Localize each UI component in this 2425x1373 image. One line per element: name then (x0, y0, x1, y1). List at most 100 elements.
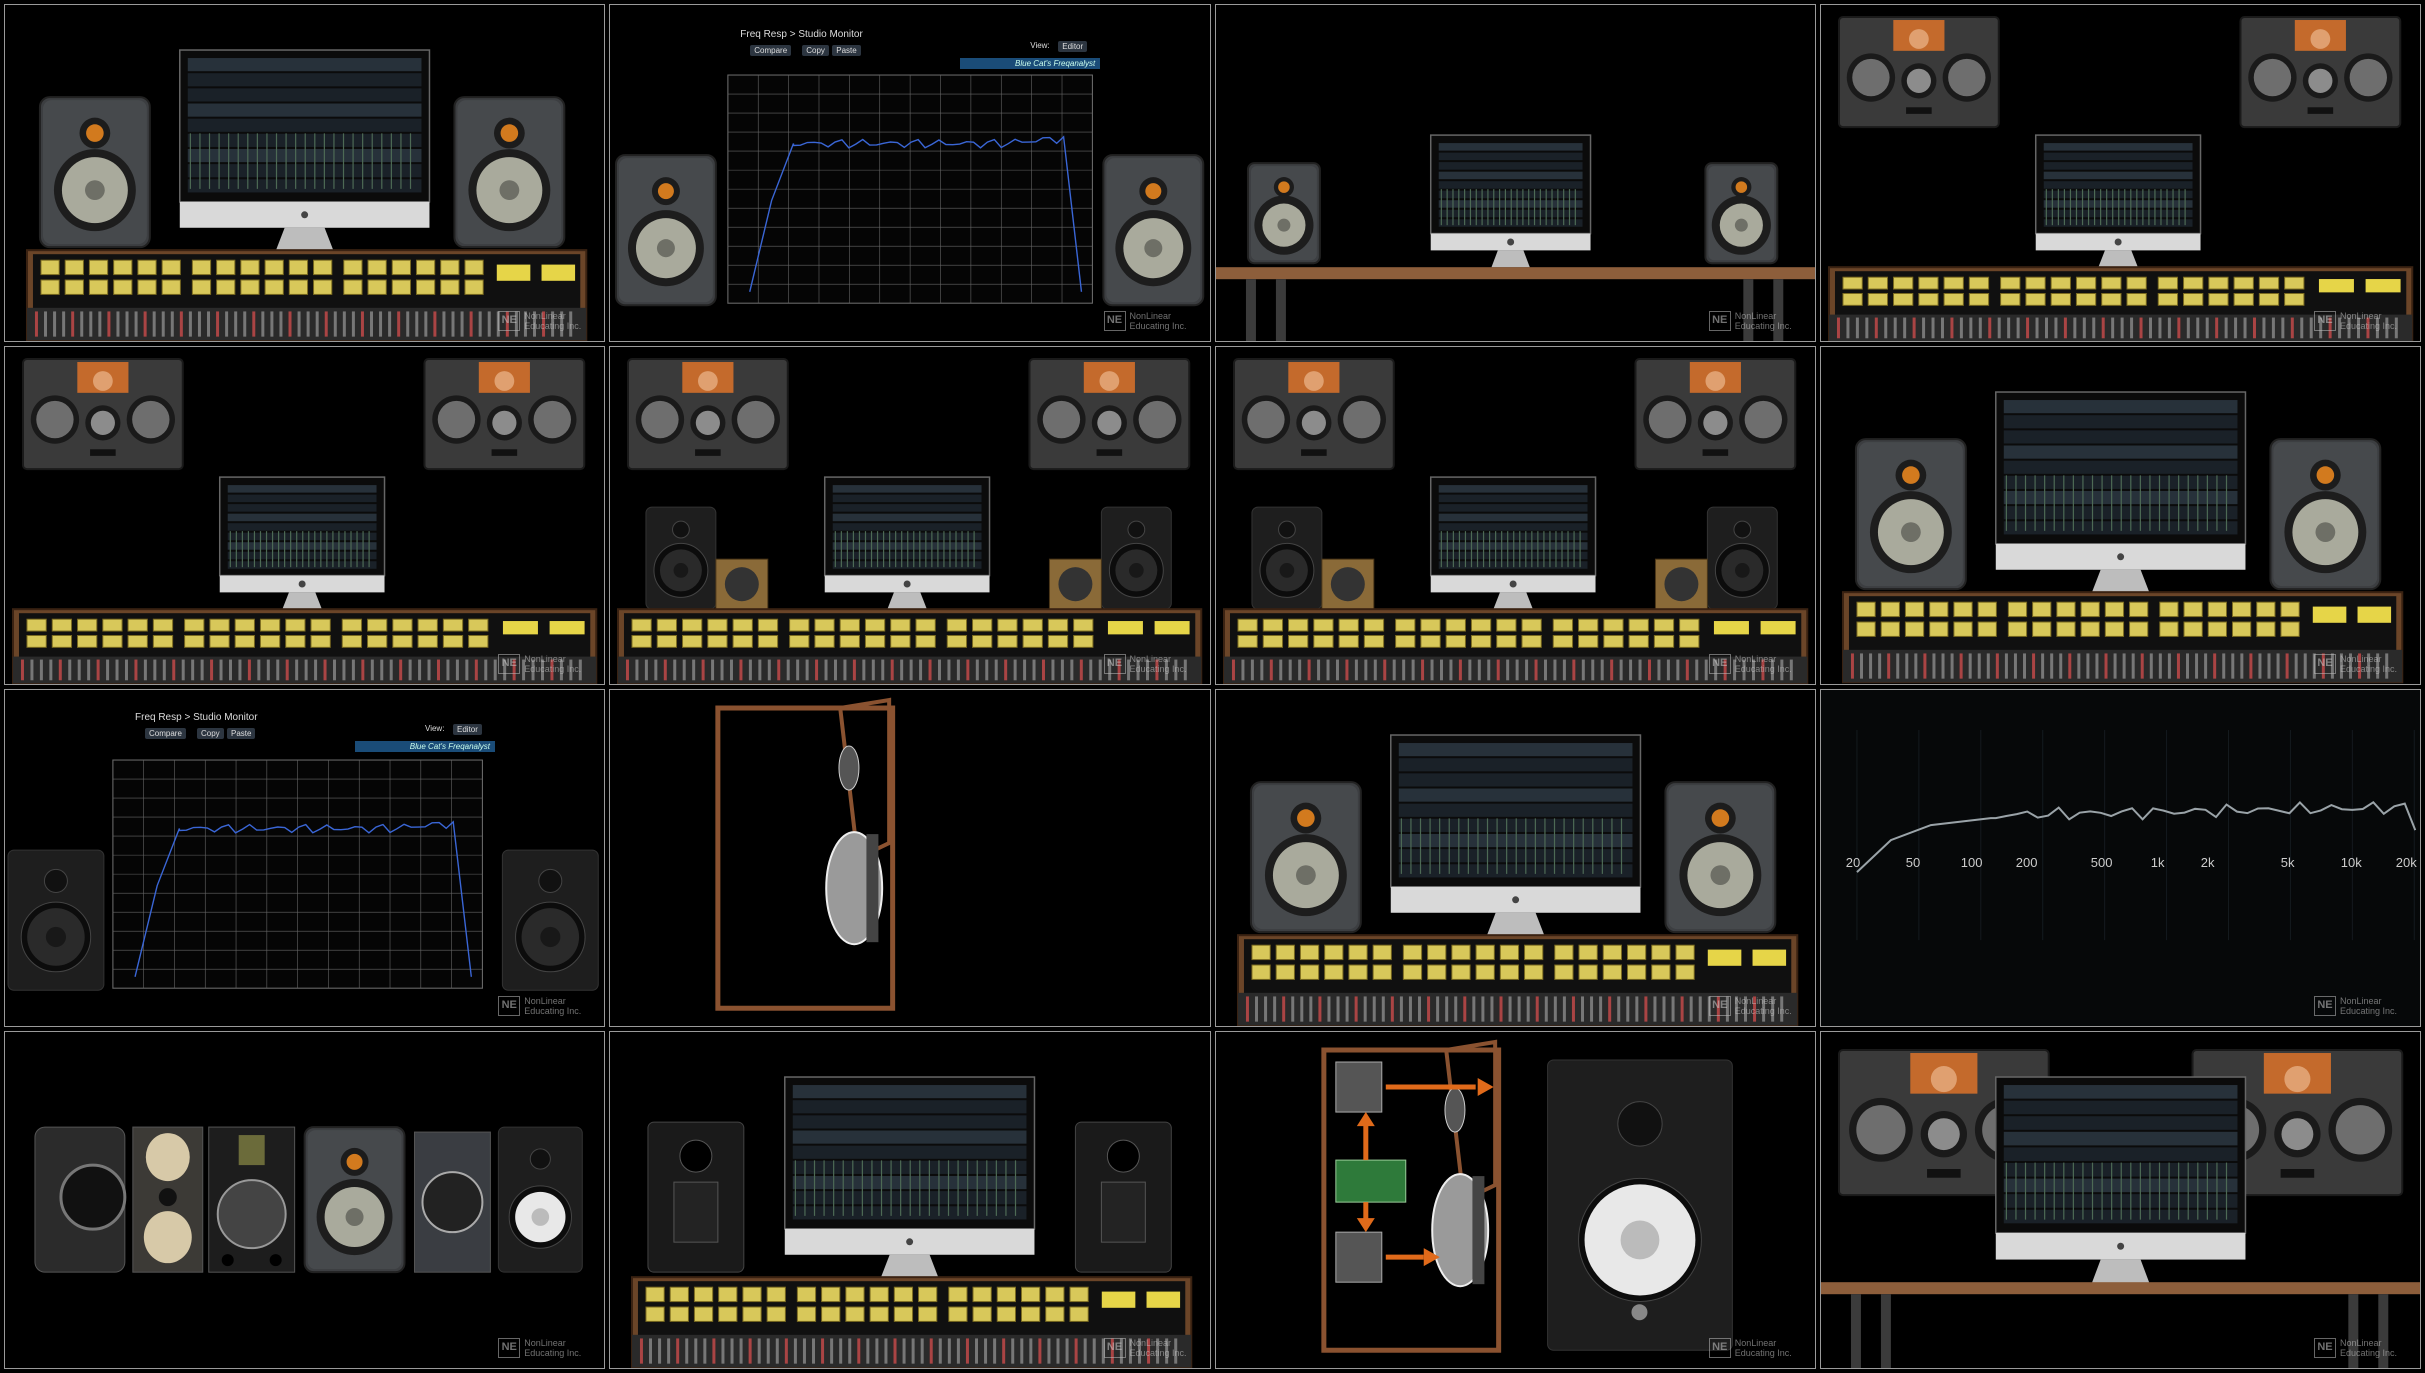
main-three-way-speaker (1028, 358, 1191, 471)
scene-illustration (1827, 16, 2414, 342)
video-thumbnail-studio-console[interactable]: NE NonLinear Educating Inc. (1819, 346, 2421, 685)
scene-illustration (34, 1125, 583, 1273)
nonlinear-watermark: NE NonLinear Educating Inc. (2314, 1338, 2402, 1358)
black-monitor-speaker (501, 849, 599, 991)
scene-illustration (25, 49, 588, 342)
watermark-line1: NonLinear (1129, 653, 1172, 664)
thumbnail-grid: NE NonLinear Educating Inc. Freq Resp > S… (0, 0, 2425, 1373)
video-thumbnail-mains-console[interactable]: NE NonLinear Educating Inc. (4, 346, 606, 685)
nonlinear-watermark: NE NonLinear Educating Inc. (1103, 311, 1192, 332)
watermark-line2: Educating Inc. (2340, 663, 2398, 674)
watermark-line1: NonLinear (524, 311, 566, 322)
imac-daw-display (824, 476, 991, 610)
watermark-line2: Educating Inc. (1734, 321, 1792, 332)
video-thumbnail-analyzer-monitors[interactable]: Freq Resp > Studio Monitor Compare Copy … (609, 4, 1211, 343)
freq-axis-label: 10k (2340, 854, 2362, 870)
studio-monitor-speaker (1663, 780, 1776, 933)
video-thumbnail-mains-nearfields[interactable]: NE NonLinear Educating Inc. (1214, 346, 1816, 685)
watermark-line2: Educating Inc. (524, 321, 582, 332)
copy-button[interactable]: Copy (197, 727, 224, 739)
amplifier-icon (1334, 1061, 1382, 1113)
studio-monitor-speaker (1249, 780, 1362, 933)
scene-illustration (1841, 391, 2404, 684)
video-thumbnail-mains-nearfields[interactable]: NE NonLinear Educating Inc. (609, 346, 1211, 685)
nonlinear-watermark: NE NonLinear Educating Inc. (498, 995, 586, 1016)
scene-illustration (617, 358, 1203, 684)
video-thumbnail-rear-monitors[interactable]: NE NonLinear Educating Inc. (609, 1030, 1211, 1369)
watermark-line2: Educating Inc. (524, 1348, 582, 1358)
view-select[interactable]: Editor (1058, 41, 1088, 52)
frequency-response-graph (112, 759, 483, 989)
video-thumbnail-studio-console[interactable]: NE NonLinear Educating Inc. (4, 4, 606, 343)
plugin-title: Freq Resp > Studio Monitor (740, 29, 863, 40)
nonlinear-watermark: NE NonLinear Educating Inc. (1708, 995, 1797, 1016)
nonlinear-watermark: NE NonLinear Educating Inc. (1708, 653, 1797, 674)
video-thumbnail-analyzer-monitors-2[interactable]: Freq Resp > Studio Monitor Compare Copy … (4, 688, 606, 1027)
compare-button[interactable]: Compare (750, 45, 792, 56)
main-three-way-speaker (1633, 358, 1796, 471)
scene-illustration (11, 358, 598, 684)
watermark-line1: NonLinear (2340, 653, 2382, 664)
watermark-line2: Educating Inc. (2340, 1348, 2398, 1358)
watermark-line1: NonLinear (1734, 311, 1777, 322)
watermark-line2: Educating Inc. (1129, 663, 1187, 674)
black-monitor-speaker (497, 1126, 583, 1273)
watermark-line1: NonLinear (524, 1338, 566, 1348)
frequency-response-graph (727, 74, 1094, 304)
view-label: View: (425, 723, 445, 733)
watermark-line1: NonLinear (524, 653, 566, 664)
main-three-way-speaker (21, 358, 184, 471)
video-thumbnail-mains-console[interactable]: NE NonLinear Educating Inc. (1819, 4, 2421, 343)
watermark-logo: NE (2314, 1338, 2336, 1358)
studio-monitor-speaker (453, 96, 566, 249)
watermark-line1: NonLinear (524, 995, 566, 1006)
view-select[interactable]: Editor (453, 723, 482, 735)
freq-axis-label: 20k (2395, 854, 2417, 870)
freq-axis-label: 100 (1960, 854, 1983, 870)
watermark-line2: Educating Inc. (1129, 1348, 1187, 1358)
video-thumbnail-cabinet-diagram[interactable] (609, 688, 1211, 1027)
imac-daw-display (1389, 733, 1641, 939)
nonlinear-watermark: NE NonLinear Educating Inc. (498, 311, 586, 332)
watermark-line1: NonLinear (2340, 995, 2382, 1006)
freq-axis-label: 2k (2200, 854, 2215, 870)
studio-monitor-speaker (1854, 438, 1967, 591)
freq-axis-label: 500 (2090, 854, 2113, 870)
video-thumbnail-desk-small-monitors[interactable]: NE NonLinear Educating Inc. (1214, 4, 1816, 343)
paste-button[interactable]: Paste (227, 727, 256, 739)
compare-button[interactable]: Compare (145, 727, 186, 739)
studio-monitor-speaker (1703, 162, 1778, 265)
studio-monitor-speaker (38, 96, 151, 249)
scene-illustration (1215, 134, 1815, 342)
video-thumbnail-signal-flow[interactable]: NE NonLinear Educating Inc. (1214, 1030, 1816, 1369)
freq-axis-label: 200 (2015, 854, 2038, 870)
scene-illustration (715, 697, 896, 1011)
watermark-logo: NE (1103, 1338, 1126, 1358)
rear-monitor-left (647, 1121, 745, 1273)
video-thumbnail-speaker-lineup[interactable]: NE NonLinear Educating Inc. (4, 1030, 606, 1369)
crossover-board-icon (1334, 1159, 1406, 1203)
studio-monitor-speaker (615, 154, 718, 307)
watermark-logo: NE (498, 653, 521, 674)
watermark-logo: NE (1103, 311, 1126, 332)
video-thumbnail-freq-curve[interactable]: 20 50 100 200 500 1k 2k 5k 10k 20k NE NonLinear Edu… (1819, 688, 2421, 1027)
copy-button[interactable]: Copy (802, 45, 829, 56)
imac-daw-display (218, 476, 386, 610)
nonlinear-watermark: NE NonLinear Educating Inc. (2314, 653, 2402, 674)
preset-name: Blue Cat's Freqanalyst (355, 740, 495, 752)
video-thumbnail-studio-console-2[interactable]: NE NonLinear Educating Inc. (1214, 688, 1816, 1027)
nonlinear-watermark: NE NonLinear Educating Inc. (1103, 1338, 1192, 1358)
watermark-line2: Educating Inc. (524, 1005, 582, 1016)
freq-axis-label: 20 (1845, 854, 1861, 870)
main-three-way-speaker (2239, 16, 2402, 129)
watermark-line2: Educating Inc. (1734, 663, 1792, 674)
watermark-line2: Educating Inc. (1734, 1005, 1792, 1016)
watermark-line2: Educating Inc. (1734, 1348, 1792, 1358)
nonlinear-watermark: NE NonLinear Educating Inc. (2314, 995, 2402, 1016)
video-thumbnail-mains-desk[interactable]: NE NonLinear Educating Inc. (1819, 1030, 2421, 1369)
main-three-way-speaker (1232, 358, 1395, 471)
rear-monitor-right (1075, 1121, 1173, 1273)
speaker-lineup (34, 1126, 296, 1273)
paste-button[interactable]: Paste (832, 45, 861, 56)
view-label: View: (1030, 41, 1050, 50)
